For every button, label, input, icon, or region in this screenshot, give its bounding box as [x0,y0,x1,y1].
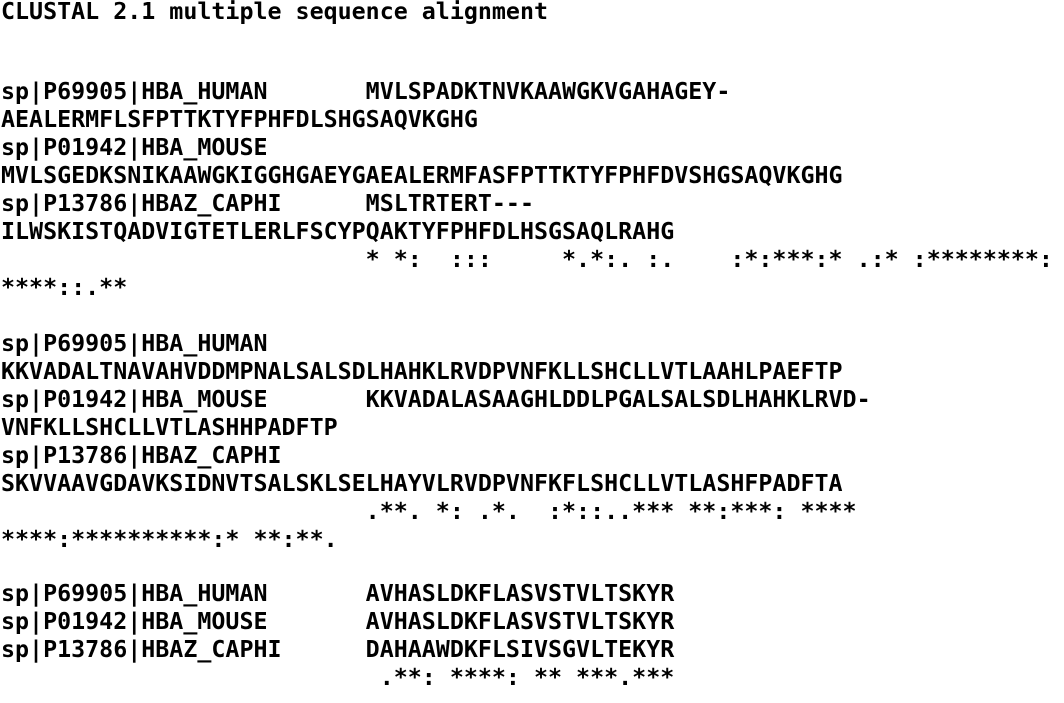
sequence-line: sp|P13786|HBAZ_CAPHI [1,442,282,469]
sequence-line: sp|P13786|HBAZ_CAPHI MSLTRTERT--- [1,190,534,217]
sequence-line: MVLSGEDKSNIKAAWGKIGGHGAEYGAEALERMFASFPTT… [1,162,843,189]
sequence-line: KKVADALTNAVAHVDDMPNALSALSDLHAHKLRVDPVNFK… [1,358,843,385]
sequence-line: ILWSKISTQADVIGTETLERLFSCYPQAKTYFPHFDLHSG… [1,218,675,245]
sequence-line: sp|P69905|HBA_HUMAN [1,330,268,357]
conservation-line: .**: ****: ** ***.*** [1,664,675,691]
sequence-line: sp|P13786|HBAZ_CAPHI DAHAAWDKFLSIVSGVLTE… [1,636,675,663]
conservation-line: ****:**********:* **:**. [1,526,338,553]
conservation-line: .**. *: .*. :*::..*** **:***: **** [1,498,857,525]
sequence-line: AEALERMFLSFPTTKTYFPHFDLSHGSAQVKGHG [1,106,478,133]
sequence-line: VNFKLLSHCLLVTLASHHPADFTP [1,414,338,441]
conservation-line: * *: ::: *.*:. :. :*:***:* .:* :********… [1,246,1053,273]
alignment-header: CLUSTAL 2.1 multiple sequence alignment [1,0,549,25]
sequence-line: SKVVAAVGDAVKSIDNVTSALSKLSELHAYVLRVDPVNFK… [1,470,843,497]
sequence-line: sp|P01942|HBA_MOUSE KKVADALASAAGHLDDLPGA… [1,386,871,413]
sequence-line: sp|P01942|HBA_MOUSE AVHASLDKFLASVSTVLTSK… [1,608,675,635]
sequence-line: sp|P69905|HBA_HUMAN MVLSPADKTNVKAAWGKVGA… [1,78,731,105]
sequence-line: sp|P01942|HBA_MOUSE [1,134,268,161]
conservation-line: ****::.** [1,274,128,301]
sequence-line: sp|P69905|HBA_HUMAN AVHASLDKFLASVSTVLTSK… [1,580,675,607]
